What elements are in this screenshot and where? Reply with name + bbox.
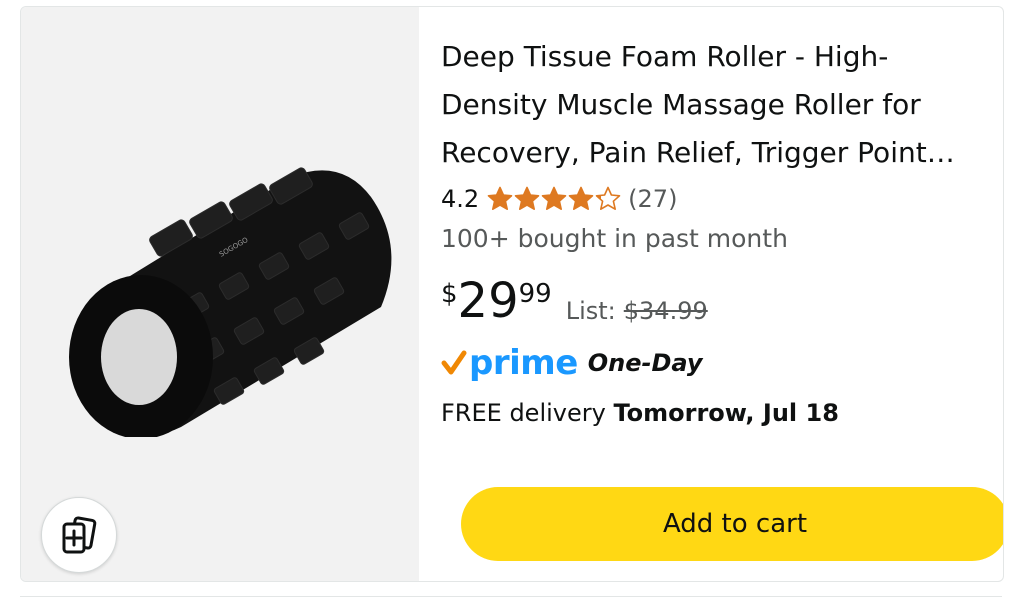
foam-roller-illustration: SOGOGO bbox=[69, 167, 392, 437]
add-to-cart-button[interactable]: Add to cart bbox=[461, 487, 1003, 561]
bought-count: 100+ bought in past month bbox=[441, 224, 788, 253]
divider bbox=[20, 596, 1002, 597]
prime-logo: prime bbox=[469, 343, 578, 383]
price: $ 29 99 List: $34.99 bbox=[441, 275, 997, 335]
prime-one-day: One-Day bbox=[587, 349, 703, 377]
star-icon bbox=[487, 186, 513, 210]
star-icon bbox=[568, 186, 594, 210]
price-whole: 29 bbox=[457, 273, 519, 329]
product-image[interactable]: SOGOGO bbox=[41, 157, 401, 437]
compare-cards-icon bbox=[62, 516, 97, 554]
price-symbol: $ bbox=[441, 279, 458, 309]
prime-badge: prime One-Day bbox=[441, 341, 997, 385]
price-fraction: 99 bbox=[518, 279, 552, 309]
star-icon bbox=[595, 186, 621, 210]
compare-button[interactable] bbox=[41, 497, 117, 573]
star-rating bbox=[487, 186, 622, 212]
product-card[interactable]: SOGOGO Deep Tissue Foam Roller - High-De… bbox=[20, 6, 1004, 582]
rating-count[interactable]: (27) bbox=[628, 185, 677, 213]
list-price: $34.99 bbox=[623, 297, 708, 325]
rating-row[interactable]: 4.2 (27) bbox=[441, 181, 997, 217]
list-price-label: List: bbox=[565, 297, 616, 325]
prime-check-icon bbox=[441, 350, 467, 375]
product-title[interactable]: Deep Tissue Foam Roller - High-Density M… bbox=[441, 33, 991, 177]
delivery-date: Tomorrow, Jul 18 bbox=[613, 399, 839, 427]
delivery-info: FREE delivery Tomorrow, Jul 18 bbox=[441, 395, 997, 431]
product-details: Deep Tissue Foam Roller - High-Density M… bbox=[441, 7, 1003, 581]
delivery-prefix: FREE delivery bbox=[441, 399, 606, 427]
product-image-panel[interactable]: SOGOGO bbox=[21, 7, 419, 581]
star-icon bbox=[514, 186, 540, 210]
rating-value: 4.2 bbox=[441, 185, 480, 213]
star-icon bbox=[541, 186, 567, 210]
